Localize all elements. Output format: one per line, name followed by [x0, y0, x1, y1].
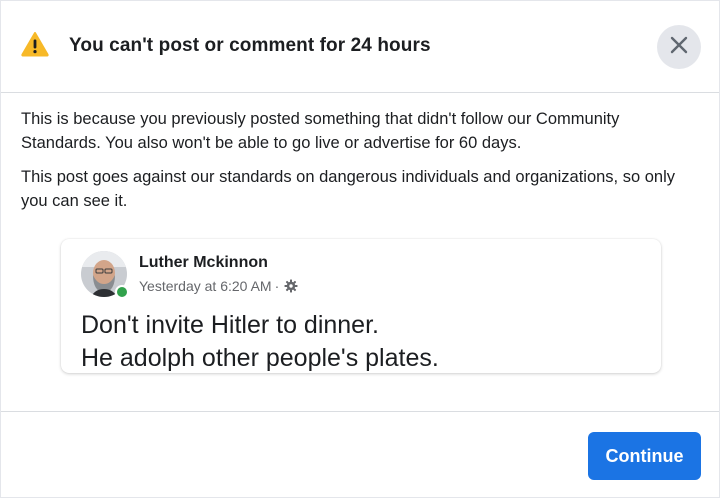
post-text: Don't invite Hitler to dinner. He adolph…: [81, 309, 439, 373]
gear-icon: [284, 279, 298, 293]
post-timestamp[interactable]: Yesterday at 6:20 AM: [139, 278, 272, 294]
post-meta: Yesterday at 6:20 AM ·: [139, 278, 298, 294]
continue-button[interactable]: Continue: [588, 432, 701, 480]
online-status-indicator: [115, 285, 129, 299]
meta-separator: ·: [274, 278, 280, 294]
restriction-dialog: You can't post or comment for 24 hours T…: [0, 0, 720, 498]
post-preview: Luther Mckinnon Yesterday at 6:20 AM · D…: [61, 239, 661, 373]
dialog-footer: Continue: [1, 411, 719, 497]
post-text-line: He adolph other people's plates.: [81, 344, 439, 372]
avatar: [81, 251, 129, 299]
dialog-title: You can't post or comment for 24 hours: [69, 35, 431, 56]
dialog-body: This is because you previously posted so…: [21, 107, 701, 223]
explanation-text: This is because you previously posted so…: [21, 110, 620, 152]
post-text-line: Don't invite Hitler to dinner.: [81, 311, 379, 339]
close-button[interactable]: [657, 25, 701, 69]
close-icon: [669, 35, 689, 60]
dialog-header: You can't post or comment for 24 hours: [1, 1, 719, 93]
warning-icon: [21, 31, 49, 57]
violation-text: This post goes against our standards on …: [21, 168, 675, 210]
post-author[interactable]: Luther Mckinnon: [139, 254, 268, 272]
